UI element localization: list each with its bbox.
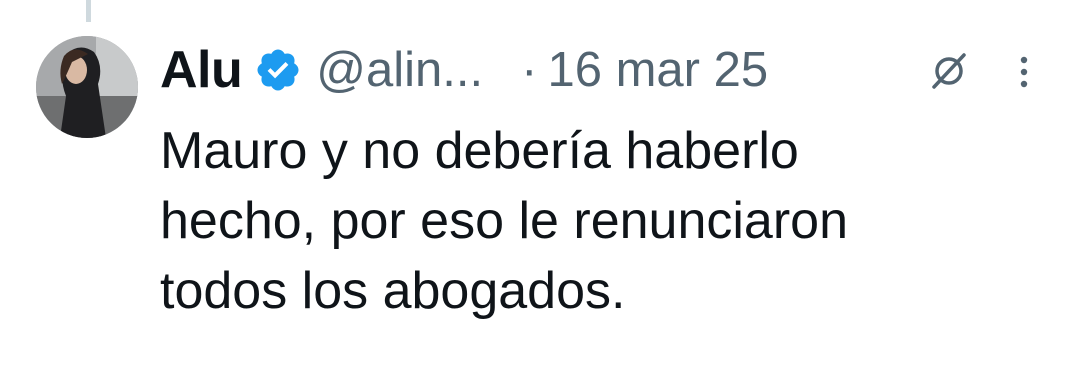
thread-connector-line: [86, 0, 91, 22]
display-name[interactable]: Alu: [160, 40, 243, 100]
separator-dot: ·: [521, 43, 538, 97]
more-options-icon[interactable]: [1014, 48, 1034, 96]
tweet-text: Mauro y no debería haberlo hecho, por es…: [160, 116, 1040, 326]
tweet-text-line: Mauro y no debería haberlo: [160, 122, 799, 180]
grok-icon[interactable]: [928, 50, 970, 92]
timestamp[interactable]: 16 mar 25: [547, 42, 768, 98]
verified-badge-icon: [254, 46, 302, 94]
tweet-text-line: todos los abogados.: [160, 262, 626, 320]
tweet-text-line: hecho, por eso le renunciaron: [160, 192, 849, 250]
avatar-photo: [36, 36, 138, 138]
user-handle[interactable]: @alin...: [316, 42, 483, 98]
avatar[interactable]: [36, 36, 138, 138]
tweet-header: Alu @alin... · 16 mar 25: [160, 38, 768, 102]
